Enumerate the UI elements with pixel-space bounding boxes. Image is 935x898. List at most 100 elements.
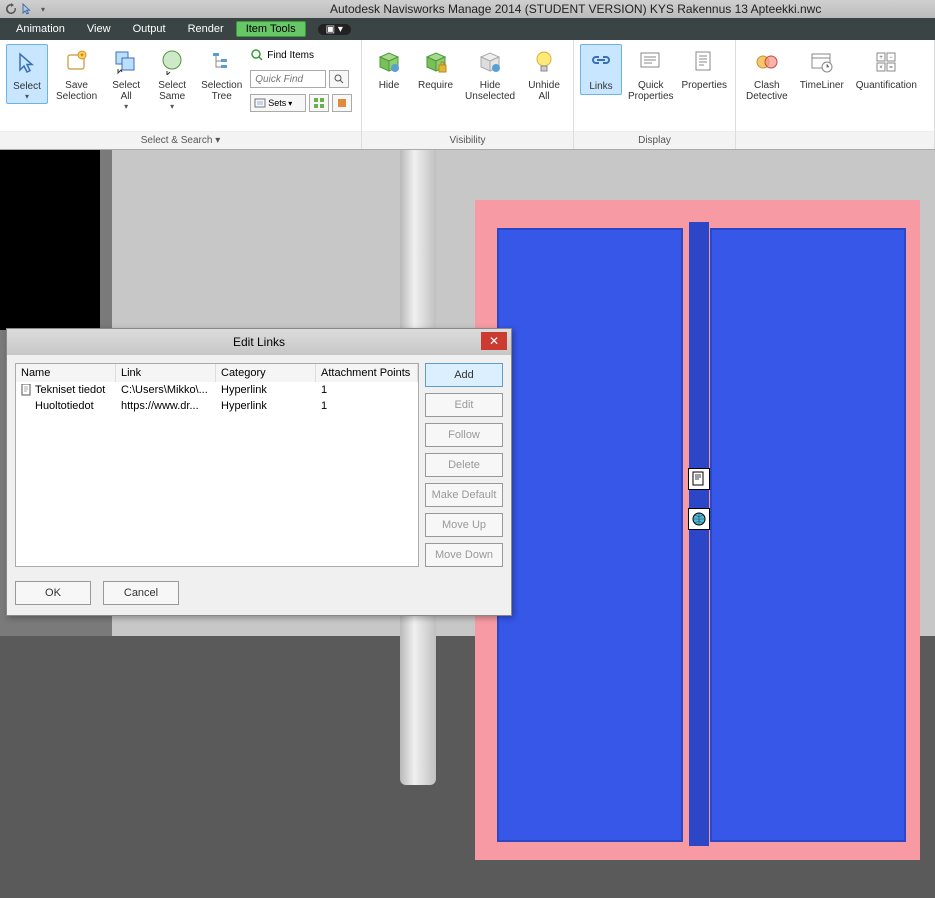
dark-block (0, 150, 100, 330)
sets-extra1-button[interactable] (309, 94, 329, 112)
header-name[interactable]: Name (16, 364, 116, 382)
save-selection-label: Save Selection (56, 80, 97, 102)
properties-label: Properties (681, 80, 727, 91)
select-same-label: Select Same (158, 80, 186, 102)
selection-tree-label: Selection Tree (201, 80, 242, 102)
ok-button[interactable]: OK (15, 581, 91, 605)
timeliner-button[interactable]: TimeLiner (796, 44, 848, 93)
selection-tree-button[interactable]: Selection Tree (197, 44, 246, 104)
quantification-icon: +−×= (870, 46, 902, 78)
sets-label: Sets (268, 98, 286, 108)
svg-text:×: × (880, 65, 884, 71)
quick-properties-button[interactable]: Quick Properties (626, 44, 676, 104)
timeliner-icon (806, 46, 838, 78)
table-row[interactable]: Tekniset tiedot C:\Users\Mikko\... Hyper… (16, 382, 418, 398)
properties-button[interactable]: Properties (680, 44, 730, 93)
dialog-close-button[interactable]: ✕ (481, 332, 507, 350)
save-selection-button[interactable]: ✦ Save Selection (52, 44, 101, 104)
selection-tree-icon (206, 46, 238, 78)
sets-button[interactable]: Sets ▾ (250, 94, 306, 112)
row-name: Huoltotiedot (35, 400, 94, 412)
link-marker-2[interactable] (688, 508, 710, 530)
menu-output[interactable]: Output (123, 21, 176, 37)
menu-bar: Animation View Output Render Item Tools … (0, 18, 935, 40)
row-category: Hyperlink (216, 382, 316, 398)
cursor-icon (11, 47, 43, 79)
edit-button[interactable]: Edit (425, 393, 503, 417)
header-category[interactable]: Category (216, 364, 316, 382)
svg-text:−: − (890, 55, 894, 61)
edit-links-dialog: Edit Links ✕ Name Link Category Attachme… (6, 328, 512, 616)
unhide-all-button[interactable]: Unhide All (523, 44, 565, 104)
require-label: Require (418, 80, 453, 91)
row-link: C:\Users\Mikko\... (116, 382, 216, 398)
panel-visibility-title: Visibility (362, 131, 573, 149)
clash-detective-button[interactable]: Clash Detective (742, 44, 792, 104)
move-up-button[interactable]: Move Up (425, 513, 503, 537)
header-attachment[interactable]: Attachment Points (316, 364, 418, 382)
quick-properties-icon (635, 46, 667, 78)
require-button[interactable]: Require (414, 44, 457, 93)
cube-require-icon (420, 46, 452, 78)
links-table[interactable]: Name Link Category Attachment Points Tek… (15, 363, 419, 567)
panel-tools-title (736, 131, 934, 149)
cursor-icon[interactable] (20, 2, 34, 16)
clash-detective-label: Clash Detective (746, 80, 788, 102)
row-category: Hyperlink (216, 398, 316, 414)
row-attachment: 1 (316, 382, 418, 398)
panel-display-title: Display (574, 131, 735, 149)
cancel-button[interactable]: Cancel (103, 581, 179, 605)
select-all-button[interactable]: Select All (105, 44, 147, 113)
menu-render[interactable]: Render (178, 21, 234, 37)
refresh-icon[interactable] (4, 2, 18, 16)
add-button[interactable]: Add (425, 363, 503, 387)
door-selected[interactable] (475, 200, 920, 860)
menu-view[interactable]: View (77, 21, 121, 37)
panel-select-search-title: Select & Search ▾ (0, 131, 361, 149)
links-label: Links (589, 81, 612, 92)
make-default-button[interactable]: Make Default (425, 483, 503, 507)
select-button[interactable]: Select (6, 44, 48, 104)
menu-animation[interactable]: Animation (6, 21, 75, 37)
quick-find-input[interactable] (250, 70, 326, 88)
dialog-title-bar[interactable]: Edit Links ✕ (7, 329, 511, 355)
follow-button[interactable]: Follow (425, 423, 503, 447)
row-link: https://www.dr... (116, 398, 216, 414)
app-title: Autodesk Navisworks Manage 2014 (STUDENT… (330, 2, 821, 16)
link-marker-1[interactable] (688, 468, 710, 490)
dialog-title: Edit Links (233, 335, 285, 349)
select-all-label: Select All (112, 80, 140, 102)
row-attachment: 1 (316, 398, 418, 414)
delete-button[interactable]: Delete (425, 453, 503, 477)
quantification-button[interactable]: +−×= Quantification (852, 44, 921, 93)
table-header: Name Link Category Attachment Points (16, 364, 418, 382)
properties-icon (688, 46, 720, 78)
cube-hide-unselected-icon (474, 46, 506, 78)
links-button[interactable]: Links (580, 44, 622, 95)
svg-text:+: + (880, 55, 884, 61)
row-name: Tekniset tiedot (35, 384, 105, 396)
title-bar: ▾ Autodesk Navisworks Manage 2014 (STUDE… (0, 0, 935, 18)
door-panel-left (497, 228, 683, 842)
header-link[interactable]: Link (116, 364, 216, 382)
hide-unselected-button[interactable]: Hide Unselected (461, 44, 519, 104)
hide-button[interactable]: Hide (368, 44, 410, 93)
door-panel-right (710, 228, 906, 842)
find-items-label[interactable]: Find Items (267, 50, 314, 61)
clash-icon (751, 46, 783, 78)
select-all-icon (110, 46, 142, 78)
table-row[interactable]: Huoltotiedot https://www.dr... Hyperlink… (16, 398, 418, 414)
move-down-button[interactable]: Move Down (425, 543, 503, 567)
quick-find-go-button[interactable] (329, 70, 349, 88)
hide-unselected-label: Hide Unselected (465, 80, 515, 102)
menu-add-tab[interactable]: ▣ ▾ (318, 24, 351, 35)
svg-text:✦: ✦ (79, 52, 84, 59)
save-selection-icon: ✦ (61, 46, 93, 78)
hide-label: Hide (379, 80, 400, 91)
cube-hide-icon (373, 46, 405, 78)
menu-item-tools[interactable]: Item Tools (236, 21, 306, 37)
sets-extra2-button[interactable] (332, 94, 352, 112)
select-same-button[interactable]: Select Same (151, 44, 193, 113)
qat-dropdown-icon[interactable]: ▾ (36, 2, 50, 16)
select-label: Select (13, 81, 41, 92)
